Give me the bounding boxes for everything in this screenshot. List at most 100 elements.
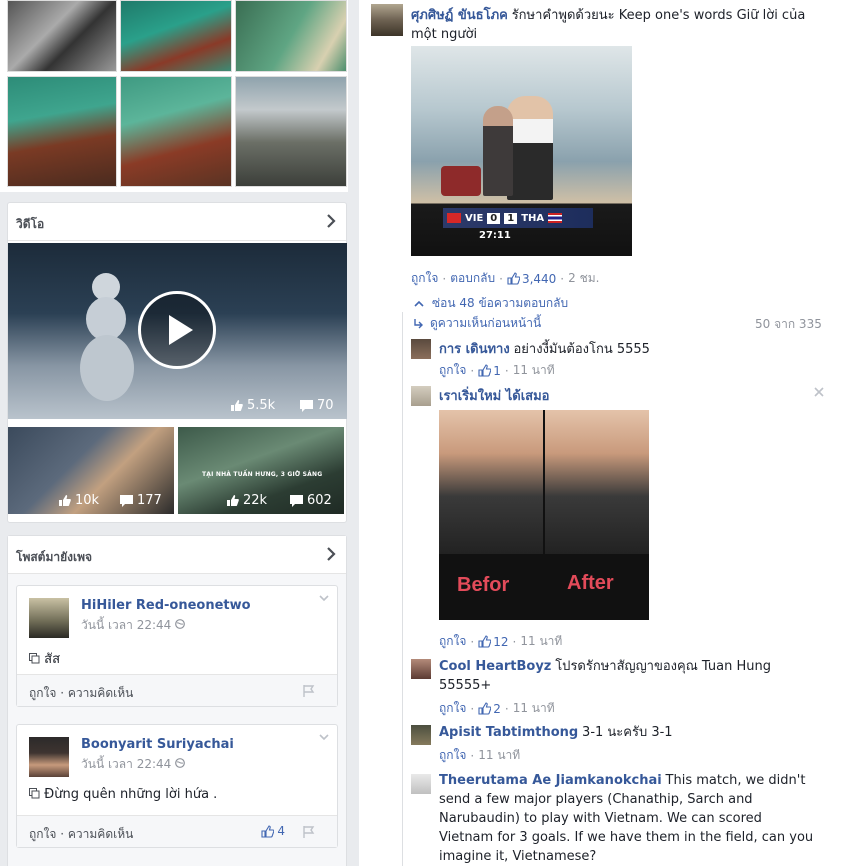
main-comment-author[interactable]: ศุภศิษฏ์ ขันธโภค <box>411 8 508 23</box>
previous-comments-link[interactable]: ดูความเห็นก่อนหน้านี้ <box>413 314 541 333</box>
like-count[interactable]: 4 <box>261 824 285 838</box>
like-count[interactable]: 1 <box>478 364 501 378</box>
singer-figure <box>507 96 553 200</box>
post-body: สัส <box>29 648 60 669</box>
after-photo <box>545 410 649 554</box>
thumb2-comments: 602 <box>290 493 332 508</box>
like-link[interactable]: ถูกใจ <box>411 269 438 288</box>
thumbs-up-icon <box>231 400 243 411</box>
like-link[interactable]: ถูกใจ <box>439 632 466 651</box>
like-link[interactable]: ถูกใจ <box>439 361 466 380</box>
close-icon[interactable] <box>814 387 824 397</box>
thumb1-likes: 10k <box>58 493 99 508</box>
globe-icon <box>175 619 186 629</box>
thumbs-up-icon <box>478 635 492 648</box>
hide-replies-link[interactable]: ซ่อน 48 ข้อความตอบกลับ <box>414 294 568 313</box>
avatar[interactable] <box>411 725 431 745</box>
comment-time[interactable]: 11 นาที <box>513 699 555 718</box>
photo-thumb[interactable] <box>120 76 232 187</box>
featured-video[interactable]: 5.5k 70 <box>8 243 347 419</box>
featured-likes: 5.5k <box>230 398 275 413</box>
photo-thumb[interactable] <box>235 0 347 72</box>
post-time[interactable]: วันนี้ เวลา 22:44 <box>81 616 186 635</box>
chevron-up-icon <box>414 300 424 307</box>
post-time[interactable]: วันนี้ เวลา 22:44 <box>81 755 186 774</box>
score-team-right: THA <box>521 212 545 224</box>
comment-time[interactable]: 2 ชม. <box>568 269 599 288</box>
play-button[interactable] <box>138 291 216 369</box>
reply-author[interactable]: Cool HeartBoyz <box>439 659 551 674</box>
thumbs-up-icon <box>261 824 275 838</box>
before-photo <box>439 410 543 554</box>
before-label: Befor <box>457 574 510 596</box>
like-count[interactable]: 12 <box>478 635 509 649</box>
chevron-down-icon[interactable] <box>319 594 329 602</box>
before-after-image[interactable]: Befor After <box>439 410 649 620</box>
page-posts-title: โพสต์มายังเพจ <box>16 550 93 564</box>
avatar[interactable] <box>411 386 431 406</box>
page-posts-header[interactable]: โพสต์มายังเพจ <box>8 536 346 574</box>
avatar[interactable] <box>29 598 69 638</box>
chevron-right-icon[interactable] <box>326 547 336 561</box>
main-comment-image[interactable]: VIE 0 1 THA 27:11 <box>411 46 632 256</box>
videos-title: วิดีโอ <box>16 217 45 231</box>
main-comment-avatar[interactable] <box>371 4 403 36</box>
flag-icon[interactable] <box>303 826 315 838</box>
avatar[interactable] <box>411 659 431 679</box>
comment-icon <box>300 399 313 412</box>
like-count[interactable]: 3,440 <box>507 272 556 286</box>
reply-meta: ถูกใจ · 1 · 11 นาที <box>439 361 555 380</box>
chevron-down-icon[interactable] <box>319 733 329 741</box>
comment-time[interactable]: 11 นาที <box>520 632 562 651</box>
photo-thumb[interactable] <box>235 76 347 187</box>
like-link[interactable]: ถูกใจ <box>439 699 466 718</box>
videos-card: วิดีโอ 5.5k 70 10k 177 TẠI NHÀ TUẤN HƯNG… <box>7 202 347 523</box>
avatar[interactable] <box>411 339 431 359</box>
reply-comment: การ เดินทาง อย่างงี้มันต้องโกน 5555 <box>439 338 829 359</box>
video-thumb[interactable]: TẠI NHÀ TUẤN HƯNG, 3 GIỜ SÁNG 22k 602 <box>178 427 344 514</box>
post-author[interactable]: HiHiler Red-oneonetwo <box>81 598 251 613</box>
page-posts-card: โพสต์มายังเพจ HiHiler Red-oneonetwo วันน… <box>7 535 347 866</box>
like-link[interactable]: ถูกใจ <box>439 746 466 765</box>
reply-text: อย่างงี้มันต้องโกน 5555 <box>513 342 650 357</box>
thumb2-caption: TẠI NHÀ TUẤN HƯNG, 3 GIỜ SÁNG <box>202 471 323 478</box>
photo-thumb[interactable] <box>7 76 117 187</box>
drum-shape <box>441 166 481 196</box>
video-thumb[interactable]: 10k 177 <box>8 427 174 514</box>
like-link[interactable]: ถูกใจ <box>29 686 56 700</box>
like-count[interactable]: 2 <box>478 702 501 716</box>
play-icon <box>169 315 193 345</box>
like-link[interactable]: ถูกใจ <box>29 827 56 841</box>
thumb2-likes: 22k <box>226 493 267 508</box>
photo-thumb[interactable] <box>7 0 117 72</box>
copy-icon <box>29 788 40 799</box>
score-left: 0 <box>487 212 501 224</box>
post-author[interactable]: Boonyarit Suriyachai <box>81 737 234 752</box>
comment-icon <box>290 494 303 507</box>
reply-comment: Theerutama Ae Jiamkanokchai This match, … <box>439 771 819 866</box>
reply-author[interactable]: เราเริ่มใหม่ ได้เสมอ <box>439 389 549 404</box>
score-team-left: VIE <box>465 212 484 224</box>
reply-author[interactable]: Theerutama Ae Jiamkanokchai <box>439 773 662 788</box>
thumbs-up-icon <box>227 495 239 506</box>
comment-time[interactable]: 11 นาที <box>513 361 555 380</box>
reply-author[interactable]: การ เดินทาง <box>439 342 510 357</box>
comment-link[interactable]: ความคิดเห็น <box>68 827 133 841</box>
photo-thumb[interactable] <box>120 0 232 72</box>
comment-link[interactable]: ความคิดเห็น <box>68 686 133 700</box>
avatar[interactable] <box>411 774 431 794</box>
guitarist-figure <box>483 106 513 196</box>
comments-pager: 50 จาก 335 <box>755 317 822 331</box>
avatar[interactable] <box>29 737 69 777</box>
videos-header[interactable]: วิดีโอ <box>8 203 346 241</box>
scoreboard: VIE 0 1 THA <box>443 208 593 228</box>
flag-icon[interactable] <box>303 685 315 697</box>
chevron-right-icon[interactable] <box>326 214 336 228</box>
reply-thread-line <box>402 312 403 866</box>
reply-arrow-icon <box>414 318 423 328</box>
tha-flag-icon <box>548 213 563 223</box>
thumbs-up-icon <box>507 272 520 285</box>
reply-author[interactable]: Apisit Tabtimthong <box>439 725 578 740</box>
reply-link[interactable]: ตอบกลับ <box>450 269 495 288</box>
comment-time[interactable]: 11 นาที <box>478 746 520 765</box>
